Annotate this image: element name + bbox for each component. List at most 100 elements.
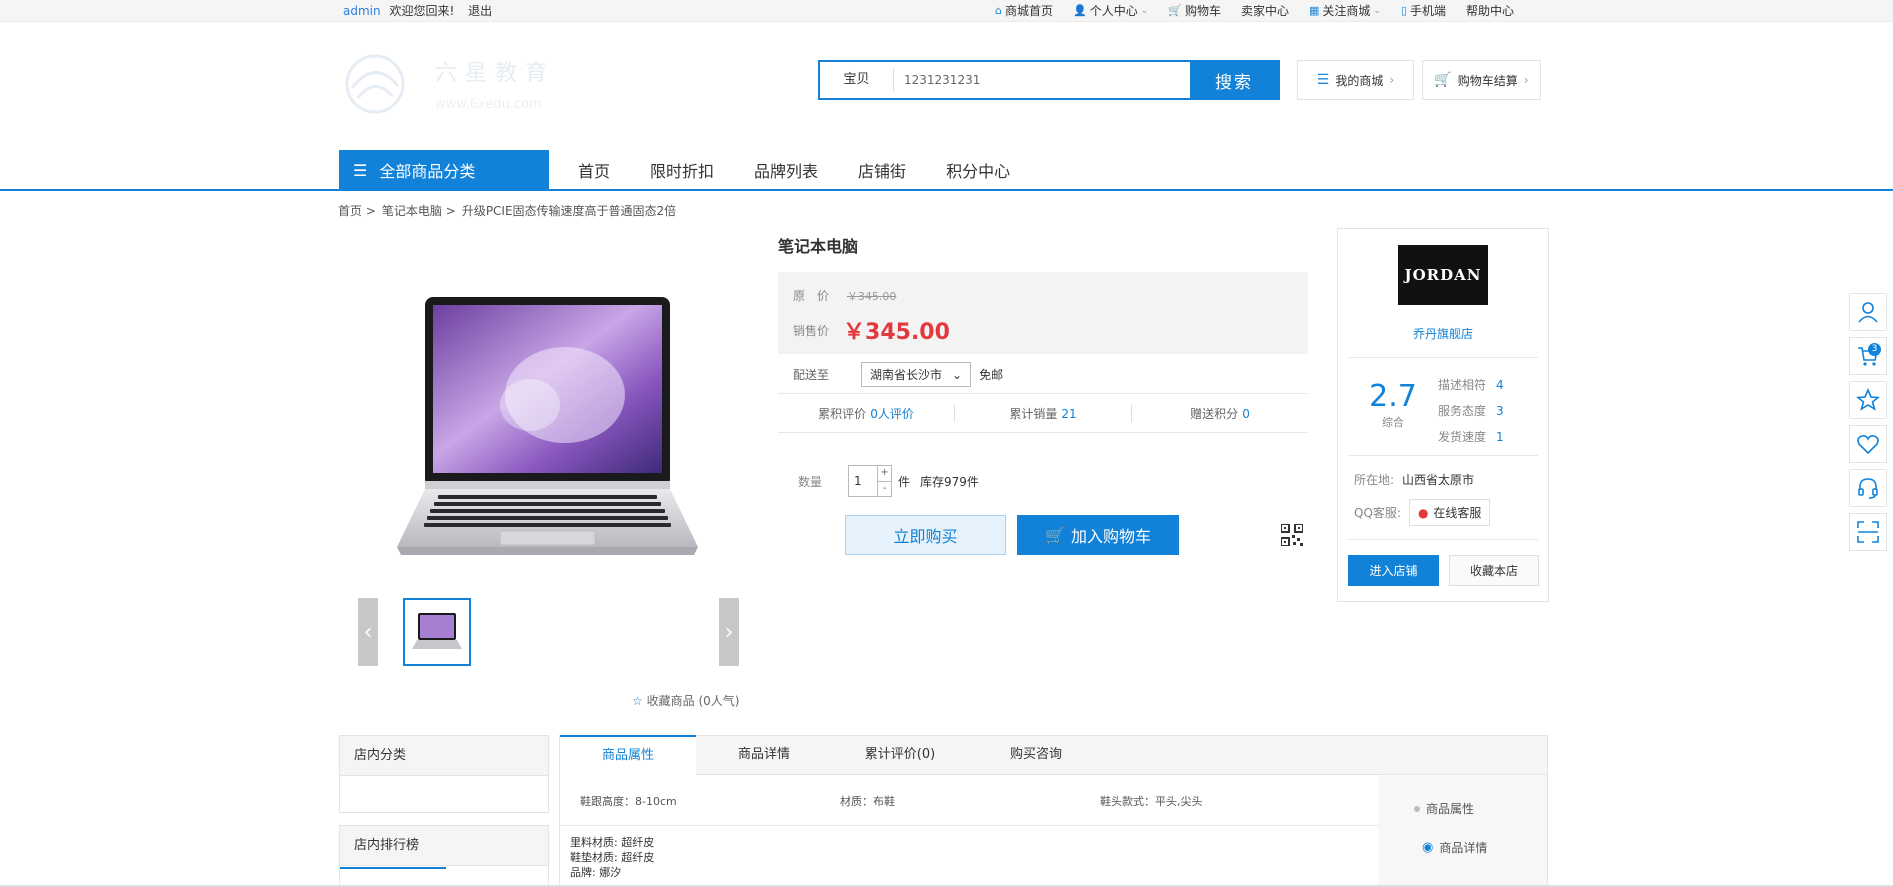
cart-icon: 🛒 (1045, 525, 1065, 545)
favorite-count: (0人气) (698, 694, 740, 708)
shop-location: 所在地: 山西省太原市 (1354, 473, 1475, 487)
mall-icon: ☰ (1316, 72, 1330, 88)
search-input[interactable] (894, 62, 1190, 98)
sale-price-row: 销售价 ￥345.00 (793, 314, 950, 346)
top-bar-left: admin 欢迎您回来! 退出 (343, 2, 492, 19)
nav-discount[interactable]: 限时折扣 (650, 158, 714, 182)
add-to-cart-button[interactable]: 🛒 加入购物车 (1017, 515, 1179, 555)
cart-icon: 🛒 (1434, 72, 1452, 88)
reviews-link[interactable]: 0人评价 (870, 407, 914, 421)
nav-points[interactable]: 积分中心 (946, 158, 1010, 182)
quantity-input[interactable]: 1 (849, 466, 877, 496)
dot-icon (1414, 805, 1420, 812)
sidenav-details[interactable]: ◉ 商品详情 (1422, 839, 1487, 856)
attribute-item: 鞋头款式：平头,尖头 (1100, 795, 1203, 808)
breadcrumb: 首页 > 笔记本电脑 > 升级PCIE固态传输速度高于普通固态2倍 (338, 202, 676, 219)
float-user-button[interactable] (1849, 293, 1887, 331)
thumb-next-button[interactable]: › (719, 598, 739, 666)
nav-home[interactable]: 首页 (578, 158, 610, 182)
thumb-prev-button[interactable]: ‹ (358, 598, 378, 666)
all-categories-button[interactable]: ☰ 全部商品分类 (339, 150, 549, 190)
sidenav-attributes[interactable]: 商品属性 (1414, 800, 1474, 817)
attributes-row: 鞋跟高度：8-10cm 材质：布鞋 鞋头款式：平头,尖头 (580, 793, 1360, 809)
stock-label: 库存979件 (920, 474, 979, 489)
eye-icon: ◉ (1422, 840, 1434, 855)
shop-panel: JORDAN 乔丹旗舰店 2.7 综合 描述相符 4 服务态度 3 发货速度 1 所在… (1337, 228, 1549, 602)
divider (1348, 455, 1538, 456)
shipping-text: 免邮 (979, 368, 1004, 382)
score-label: 综合 (1382, 416, 1404, 429)
tab-details[interactable]: 商品详情 (696, 736, 832, 774)
rank-tab-active[interactable] (340, 867, 446, 887)
top-bar: admin 欢迎您回来! 退出 ⌂ 商城首页 👤 个人中心 ⌄ 🛒 购物车 卖家中心 ▦… (0, 0, 1893, 22)
product-title: 笔记本电脑 (778, 237, 859, 256)
quantity-stepper[interactable]: 1 + - (848, 465, 893, 497)
chevron-down-icon: ⌄ (1373, 5, 1381, 16)
float-cart-button[interactable]: 3 (1849, 337, 1887, 375)
cart-checkout-button[interactable]: 🛒 购物车结算 › (1422, 60, 1541, 100)
stat-reviews: 累积评价 0人评价 (778, 404, 955, 422)
search-button[interactable]: 搜索 (1190, 62, 1278, 98)
delivery-label: 配送至 (793, 368, 830, 382)
shop-logo-text: JORDAN (1404, 266, 1482, 284)
float-favorite-button[interactable] (1849, 381, 1887, 419)
breadcrumb-separator: > (445, 204, 456, 218)
store-category-box: 店内分类 (339, 735, 549, 813)
float-service-button[interactable] (1849, 469, 1887, 507)
tab-reviews[interactable]: 累计评价(0) (832, 736, 968, 774)
unit-label: 件 (898, 474, 911, 489)
cart-checkout-label: 购物车结算 (1457, 73, 1518, 88)
top-link-help[interactable]: 帮助中心 (1466, 2, 1514, 19)
menu-icon: ☰ (353, 160, 368, 180)
top-link-seller[interactable]: 卖家中心 (1241, 2, 1289, 19)
qrcode-icon[interactable] (1280, 523, 1304, 547)
top-link-home[interactable]: ⌂ 商城首页 (995, 2, 1053, 19)
tab-attributes[interactable]: 商品属性 (560, 735, 696, 775)
chevron-left-icon: ‹ (363, 619, 373, 645)
add-to-cart-label: 加入购物车 (1070, 527, 1151, 546)
stat-points: 赠送积分 0 (1190, 406, 1250, 421)
increment-button[interactable]: + (878, 466, 892, 482)
breadcrumb-category[interactable]: 笔记本电脑 (382, 204, 442, 218)
breadcrumb-home[interactable]: 首页 (338, 204, 362, 218)
float-like-button[interactable] (1849, 425, 1887, 463)
favorite-product[interactable]: ☆ 收藏商品 (0人气) (632, 692, 739, 709)
username-link[interactable]: admin (343, 4, 381, 18)
favorite-label: 收藏商品 (646, 694, 695, 708)
shop-logo[interactable]: JORDAN (1398, 245, 1488, 305)
decrement-button[interactable]: - (878, 482, 891, 497)
thumbnail-strip: ‹ › (358, 598, 739, 666)
region-select[interactable]: 湖南省长沙市 ⌄ (861, 362, 972, 387)
top-link-personal[interactable]: 👤 个人中心 ⌄ (1073, 2, 1148, 19)
chevron-down-icon: ⌄ (1140, 5, 1149, 16)
buy-now-button[interactable]: 立即购买 (845, 515, 1006, 555)
collect-shop-button[interactable]: 收藏本店 (1449, 555, 1539, 586)
shop-ratings: 描述相符 4 服务态度 3 发货速度 1 (1438, 378, 1504, 444)
all-categories-label: 全部商品分类 (379, 162, 476, 181)
product-main-image[interactable] (380, 285, 715, 575)
cart-count-badge: 3 (1868, 343, 1881, 356)
nav-shops[interactable]: 店铺街 (858, 158, 906, 182)
tab-consult[interactable]: 购买咨询 (968, 736, 1104, 774)
nav-brands[interactable]: 品牌列表 (754, 158, 818, 182)
top-link-cart[interactable]: 🛒 购物车 (1168, 2, 1221, 19)
top-link-mobile[interactable]: ▯ 手机端 (1401, 2, 1446, 19)
online-service-button[interactable]: ● 在线客服 (1408, 499, 1491, 526)
thumbnail-1[interactable] (403, 598, 471, 666)
breadcrumb-product[interactable]: 升级PCIE固态传输速度高于普通固态2倍 (462, 204, 676, 218)
shop-name[interactable]: 乔丹旗舰店 (1338, 325, 1548, 342)
search-category[interactable]: 宝贝 (820, 68, 894, 92)
top-links: ⌂ 商城首页 👤 个人中心 ⌄ 🛒 购物车 卖家中心 ▦ 关注商城 ⌄ ▯ 手机端 帮助中心 (995, 2, 1514, 19)
top-link-follow[interactable]: ▦ 关注商城 ⌄ (1309, 2, 1381, 19)
site-logo[interactable]: 六星教育 www.6xedu.com (340, 48, 580, 118)
chevron-right-icon: › (1523, 73, 1529, 87)
enter-shop-button[interactable]: 进入店铺 (1348, 555, 1439, 586)
svg-text:www.6xedu.com: www.6xedu.com (435, 97, 542, 112)
attribute-item: 材质：布鞋 (840, 795, 895, 808)
user-icon (1858, 302, 1878, 323)
logout-link[interactable]: 退出 (468, 4, 492, 18)
my-mall-button[interactable]: ☰ 我的商城 › (1297, 60, 1414, 100)
heart-icon (1857, 435, 1879, 455)
quantity-label: 数量 (798, 474, 823, 489)
float-scan-button[interactable] (1849, 513, 1887, 551)
